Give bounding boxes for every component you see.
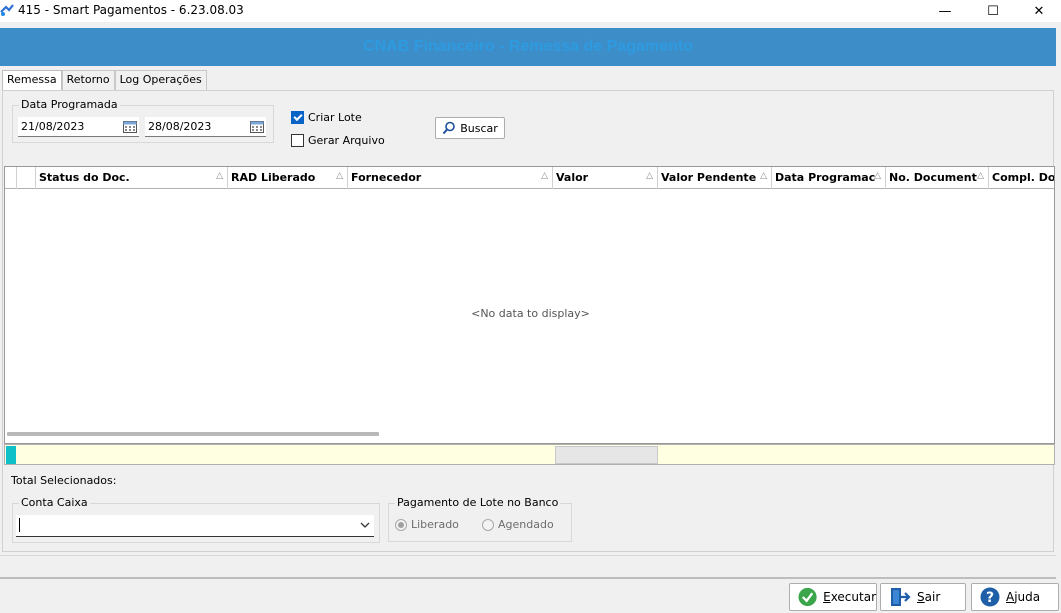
- column-status-doc[interactable]: Status do Doc. △: [36, 167, 228, 189]
- column-no-documento[interactable]: No. Document △: [886, 167, 989, 189]
- calendar-icon[interactable]: [123, 120, 137, 133]
- sair-button[interactable]: Sair: [880, 583, 966, 611]
- conta-caixa-label: Conta Caixa: [19, 496, 90, 509]
- column-compl-doc[interactable]: Compl. Doc: [989, 167, 1054, 189]
- column-valor-pendente[interactable]: Valor Pendente △: [658, 167, 772, 189]
- date-to-field[interactable]: 28/08/2023: [145, 117, 266, 137]
- data-programada-label: Data Programada: [19, 98, 120, 111]
- tab-retorno[interactable]: Retorno: [61, 70, 115, 90]
- radio-selected-icon[interactable]: [395, 518, 407, 531]
- executar-button[interactable]: Executar: [789, 583, 877, 611]
- text-caret: [19, 518, 20, 532]
- tab-remessa[interactable]: Remessa: [2, 70, 62, 91]
- sort-icon: △: [541, 171, 548, 181]
- calendar-icon[interactable]: [250, 120, 264, 133]
- gerar-arquivo-label: Gerar Arquivo: [308, 134, 385, 147]
- page-title: CNAB Financeiro - Remessa de Pagamento: [363, 38, 693, 55]
- date-from-field[interactable]: 21/08/2023: [18, 117, 139, 137]
- app-icon: [0, 4, 14, 16]
- liberado-label: Liberado: [411, 518, 459, 531]
- ajuda-label: Ajuda: [1006, 590, 1041, 604]
- column-fornecedor[interactable]: Fornecedor △: [348, 167, 553, 189]
- sort-icon: △: [874, 171, 881, 181]
- check-circle-icon: [798, 587, 817, 607]
- svg-text:?: ?: [986, 590, 994, 606]
- column-rad-liberado[interactable]: RAD Liberado △: [228, 167, 348, 189]
- column-data-programada[interactable]: Data Programac △: [772, 167, 886, 189]
- header-banner: CNAB Financeiro - Remessa de Pagamento: [0, 28, 1056, 66]
- conta-caixa-combo[interactable]: [16, 515, 374, 537]
- sort-icon: △: [646, 171, 653, 181]
- divider: [0, 577, 1056, 579]
- sort-icon: △: [760, 171, 767, 181]
- exit-door-icon: [891, 588, 911, 606]
- title-bar: 415 - Smart Pagamentos - 6.23.08.03 — ☐ …: [0, 0, 1061, 22]
- grid-indicator-column: [5, 167, 17, 189]
- criar-lote-checkbox[interactable]: Criar Lote: [291, 111, 362, 124]
- date-from-value: 21/08/2023: [21, 120, 85, 133]
- sair-label: Sair: [917, 590, 941, 604]
- sort-icon: △: [216, 171, 223, 181]
- grid-footer: [4, 444, 1055, 465]
- radio-liberado[interactable]: Liberado: [395, 518, 459, 531]
- grid-header: Status do Doc. △ RAD Liberado △ Fornecedor…: [5, 167, 1054, 189]
- sort-icon: △: [977, 171, 984, 181]
- status-strip: [0, 555, 1056, 575]
- search-icon: [442, 121, 456, 135]
- help-icon: ?: [980, 587, 1000, 607]
- gerar-arquivo-checkbox[interactable]: Gerar Arquivo: [291, 134, 385, 147]
- chevron-down-icon[interactable]: [360, 521, 370, 529]
- pagamento-lote-label: Pagamento de Lote no Banco: [395, 496, 561, 509]
- date-to-value: 28/08/2023: [148, 120, 212, 133]
- empty-grid-message: <No data to display>: [471, 307, 590, 320]
- buscar-button[interactable]: Buscar: [435, 117, 505, 139]
- agendado-label: Agendado: [498, 518, 554, 531]
- checkbox-unchecked-icon[interactable]: [291, 134, 304, 147]
- executar-label: Executar: [823, 590, 876, 604]
- column-valor[interactable]: Valor △: [553, 167, 658, 189]
- footer-indicator: [6, 446, 16, 464]
- tab-strip: Remessa Retorno Log Operações: [2, 70, 207, 91]
- sort-icon: △: [336, 171, 343, 181]
- close-button[interactable]: ✕: [1016, 0, 1061, 22]
- total-selecionados-label: Total Selecionados:: [11, 474, 117, 487]
- checkbox-checked-icon[interactable]: [291, 111, 304, 124]
- footer-summary-cell: [555, 446, 658, 464]
- tab-log-operacoes[interactable]: Log Operações: [114, 70, 207, 90]
- horizontal-scrollbar[interactable]: [7, 432, 379, 436]
- minimize-button[interactable]: —: [922, 0, 968, 22]
- criar-lote-label: Criar Lote: [308, 111, 362, 124]
- documents-grid[interactable]: Status do Doc. △ RAD Liberado △ Fornecedor…: [4, 166, 1055, 444]
- window-title: 415 - Smart Pagamentos - 6.23.08.03: [18, 3, 244, 17]
- radio-unselected-icon[interactable]: [482, 518, 494, 531]
- radio-agendado[interactable]: Agendado: [482, 518, 554, 531]
- ajuda-button[interactable]: ? Ajuda: [971, 583, 1059, 611]
- grid-select-column[interactable]: [17, 167, 36, 189]
- maximize-button[interactable]: ☐: [970, 0, 1016, 22]
- buscar-label: Buscar: [460, 121, 498, 135]
